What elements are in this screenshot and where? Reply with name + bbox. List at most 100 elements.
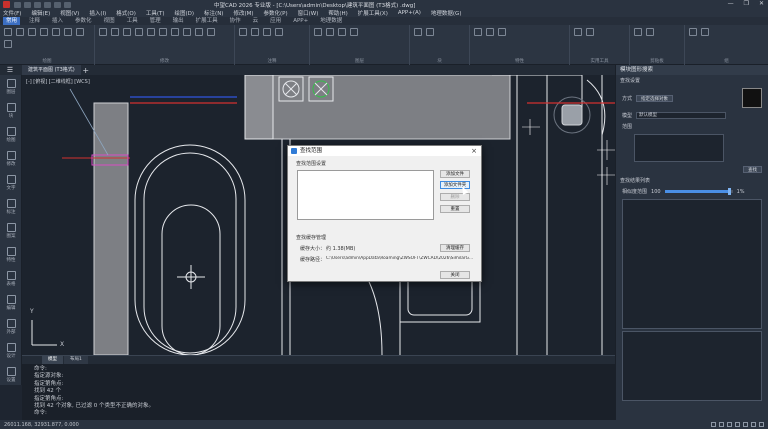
layer-off-icon[interactable] [326, 28, 334, 36]
tool-edit[interactable]: 编辑 [0, 291, 22, 315]
dialog-title-bar[interactable]: 查找范围 × [288, 146, 481, 156]
close-button[interactable]: ✕ [759, 0, 764, 7]
move-icon[interactable] [99, 28, 107, 36]
tool-layers[interactable]: 图层 [0, 75, 22, 99]
calculator-icon[interactable] [586, 28, 594, 36]
osnap-icon[interactable] [743, 422, 748, 427]
snap-icon[interactable] [711, 422, 716, 427]
menu-view[interactable]: 视图(V) [60, 9, 79, 17]
pick-object-button[interactable]: 指定选择对象 [636, 94, 674, 102]
copy-clip-icon[interactable] [646, 28, 654, 36]
clear-cache-button[interactable]: 清理缓存 [440, 244, 470, 252]
tool-text[interactable]: 文字 [0, 171, 22, 195]
search-button[interactable]: 查找 [743, 166, 762, 173]
ortho-icon[interactable] [727, 422, 732, 427]
quick-access-toolbar[interactable] [0, 1, 71, 8]
tool-table[interactable]: 表格 [0, 267, 22, 291]
tab-view[interactable]: 视图 [101, 17, 118, 25]
dialog-close-button[interactable]: 关闭 [440, 271, 470, 279]
polar-icon[interactable] [735, 422, 740, 427]
layer-lock-icon[interactable] [350, 28, 358, 36]
tab-parametric[interactable]: 参数化 [72, 17, 95, 25]
mode-select[interactable]: 默认模型 [636, 112, 727, 119]
tab-tools[interactable]: 工具 [124, 17, 141, 25]
tool-block[interactable]: 块 [0, 99, 22, 123]
erase-icon[interactable] [183, 28, 191, 36]
lineweight-icon[interactable] [751, 422, 756, 427]
create-block-icon[interactable] [426, 28, 434, 36]
scale-icon[interactable] [147, 28, 155, 36]
paste-icon[interactable] [634, 28, 642, 36]
maximize-button[interactable]: ❐ [744, 0, 749, 7]
dialog-close-icon[interactable]: × [471, 146, 477, 156]
results-list[interactable] [622, 199, 762, 329]
tool-settings[interactable]: 设置 [0, 363, 22, 387]
leader-icon[interactable] [263, 28, 271, 36]
hamburger-menu-icon[interactable]: ☰ [0, 66, 20, 74]
tab-output[interactable]: 输出 [170, 17, 187, 25]
tab-apps[interactable]: 应用 [267, 17, 284, 25]
rectangle-icon[interactable] [52, 28, 60, 36]
table-icon[interactable] [275, 28, 283, 36]
menu-geo[interactable]: 地理数据(G) [431, 9, 462, 17]
menu-edit[interactable]: 编辑(E) [31, 9, 50, 17]
tool-xref[interactable]: 外部 [0, 315, 22, 339]
tab-geo[interactable]: 地理数据 [317, 17, 345, 25]
circle-icon[interactable] [28, 28, 36, 36]
layer-freeze-icon[interactable] [338, 28, 346, 36]
scope-file-list[interactable] [297, 170, 434, 220]
hatch-icon[interactable] [64, 28, 72, 36]
tab-layout1[interactable]: 布局1 [64, 356, 88, 364]
range-list[interactable] [634, 134, 724, 162]
linetype-icon[interactable] [498, 28, 506, 36]
tab-extend[interactable]: 扩展工具 [193, 17, 221, 25]
tab-home[interactable]: 常用 [3, 17, 21, 25]
add-file-button[interactable]: 添加文件 [440, 170, 470, 178]
menu-modify[interactable]: 修改(M) [233, 9, 253, 17]
dimension-icon[interactable] [251, 28, 259, 36]
tab-app-plus[interactable]: APP+ [290, 17, 311, 25]
arc-icon[interactable] [40, 28, 48, 36]
tab-insert[interactable]: 插入 [49, 17, 66, 25]
array-icon[interactable] [207, 28, 215, 36]
menu-app[interactable]: APP+(A) [398, 10, 421, 16]
tool-draw[interactable]: 绘图 [0, 123, 22, 147]
menu-parametric[interactable]: 参数化(P) [264, 9, 288, 17]
tool-modify[interactable]: 修改 [0, 147, 22, 171]
rotate-icon[interactable] [123, 28, 131, 36]
insert-block-icon[interactable] [414, 28, 422, 36]
menu-draw[interactable]: 绘图(D) [175, 9, 195, 17]
tool-hatch[interactable]: 图案 [0, 219, 22, 243]
document-tab[interactable]: 建筑平面图 (T3格式) [22, 65, 81, 75]
tool-dimension[interactable]: 标注 [0, 195, 22, 219]
menu-insert[interactable]: 插入(I) [89, 9, 106, 17]
command-input[interactable]: 命令: [34, 410, 603, 417]
tab-annotate[interactable]: 注释 [26, 17, 43, 25]
ungroup-icon[interactable] [701, 28, 709, 36]
customize-icon[interactable] [759, 422, 764, 427]
menu-help[interactable]: 帮助(H) [328, 9, 347, 17]
menu-extend[interactable]: 扩展工具(X) [358, 9, 388, 17]
grid-icon[interactable] [719, 422, 724, 427]
offset-icon[interactable] [171, 28, 179, 36]
tool-design[interactable]: 设计 [0, 339, 22, 363]
tab-collab[interactable]: 协作 [227, 17, 244, 25]
measure-icon[interactable] [574, 28, 582, 36]
text-icon[interactable] [239, 28, 247, 36]
match-properties-icon[interactable] [474, 28, 482, 36]
menu-format[interactable]: 格式(O) [116, 9, 136, 17]
copy-icon[interactable] [111, 28, 119, 36]
slider-thumb[interactable] [727, 188, 731, 195]
fillet-icon[interactable] [195, 28, 203, 36]
tab-manage[interactable]: 管理 [147, 17, 164, 25]
reset-button[interactable]: 重置 [440, 205, 470, 213]
tab-model[interactable]: 模型 [42, 356, 63, 364]
similarity-slider[interactable] [664, 188, 733, 195]
menu-dimension[interactable]: 标注(N) [204, 9, 223, 17]
menu-file[interactable]: 文件(F) [3, 9, 21, 17]
line-icon[interactable] [4, 28, 12, 36]
minimize-button[interactable]: — [728, 0, 734, 7]
color-icon[interactable] [486, 28, 494, 36]
layer-properties-icon[interactable] [314, 28, 322, 36]
trim-icon[interactable] [159, 28, 167, 36]
